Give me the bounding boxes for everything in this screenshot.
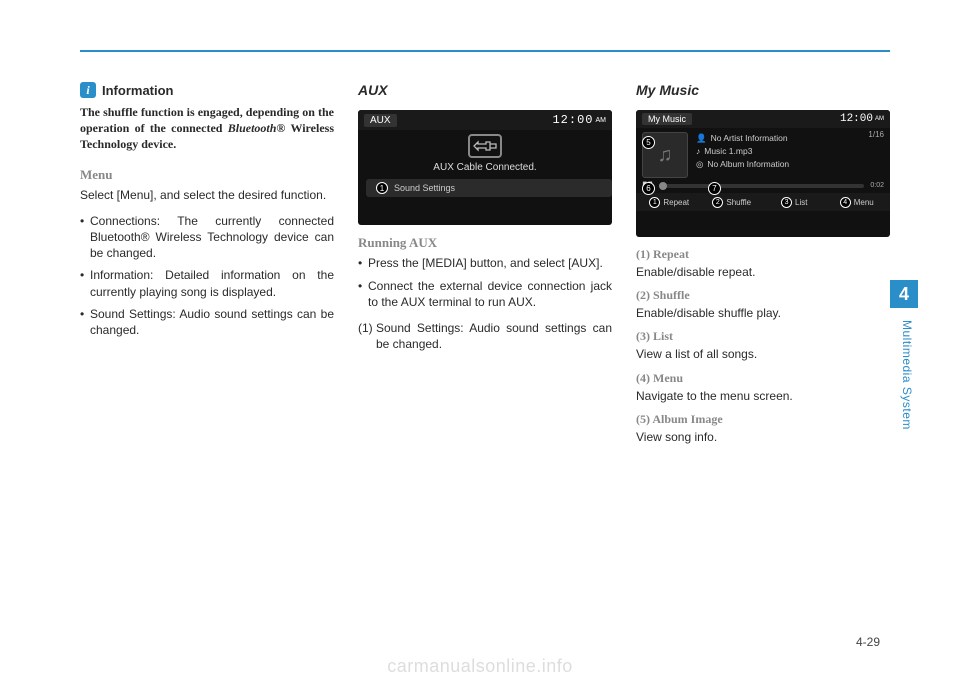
mm-ampm: AM [875, 116, 884, 122]
mm-foot-menu: 4Menu [828, 197, 887, 208]
mm-topbar: My Music 12:00 AM [636, 110, 890, 128]
aux-scr-title: AUX [364, 114, 397, 127]
mm-clock: 12:00 [840, 113, 873, 125]
callout-3-icon: 3 [781, 197, 792, 208]
aux-sound-settings-btn: 1 Sound Settings [366, 179, 612, 197]
list-item: Connect the external device con­nection … [358, 278, 612, 310]
def-head-4: (4) Menu [636, 371, 890, 386]
page-number: 4-29 [856, 635, 880, 649]
disc-icon: ◎ [696, 158, 703, 171]
information-label: Information [102, 83, 174, 98]
callout-4-icon: 4 [840, 197, 851, 208]
mymusic-heading: My Music [636, 82, 890, 98]
aux-numbered-1: Sound Settings: Audio sound set­tings ca… [358, 320, 612, 352]
menu-subhead: Menu [80, 167, 334, 183]
def-head-2: (2) Shuffle [636, 288, 890, 303]
def-text-5: View song info. [636, 429, 890, 445]
content-columns: i Information The shuffle function is en… [80, 82, 890, 449]
def-head-1: (1) Repeat [636, 247, 890, 262]
def-text-3: View a list of all songs. [636, 346, 890, 362]
person-icon: 👤 [696, 132, 707, 145]
mm-f2: Shuffle [726, 198, 751, 207]
mm-f1: Repeat [663, 198, 689, 207]
chapter-number: 4 [899, 284, 909, 305]
aux-scr-msg: AUX Cable Connected. [433, 162, 536, 173]
mm-artist-row: 👤 No Artist Information [696, 132, 884, 145]
mymusic-screenshot: My Music 12:00 AM 1/16 ♫ 👤No Artist Info… [636, 110, 890, 237]
aux-screenshot: AUX 12:00 AM AUX Cable Connected. 1 Soun… [358, 110, 612, 225]
def-head-3: (3) List [636, 329, 890, 344]
callout-5-icon: 5 [642, 136, 655, 149]
aux-steps: Press the [MEDIA] button, and select [AU… [358, 255, 612, 310]
mm-foot-repeat: 1Repeat [640, 197, 699, 208]
mm-progress: ▮▮ 0:02 [636, 180, 890, 193]
running-aux-subhead: Running AUX [358, 235, 612, 251]
mm-line2: Music 1.mp3 [704, 145, 752, 158]
mm-f4: Menu [854, 198, 874, 207]
column-3: My Music My Music 12:00 AM 1/16 ♫ 👤No Ar… [636, 82, 890, 449]
aux-ss-label: Sound Settings [394, 183, 455, 193]
list-item: Press the [MEDIA] button, and select [AU… [358, 255, 612, 271]
def-text-2: Enable/disable shuffle play. [636, 305, 890, 321]
info-icon: i [80, 82, 96, 98]
menu-list: Connections: The currently connected Blu… [80, 213, 334, 338]
aux-scr-clock: 12:00 [552, 113, 593, 127]
callout-6-icon: 6 [642, 182, 655, 195]
menu-intro: Select [Menu], and select the desired fu… [80, 187, 334, 203]
mm-progress-bar [659, 184, 864, 188]
mm-f3: List [795, 198, 807, 207]
mm-line1: No Artist Information [711, 132, 788, 145]
chapter-tab: 4 [890, 280, 918, 308]
column-2: AUX AUX 12:00 AM AUX Cable Connected. 1 … [358, 82, 612, 449]
list-item: Sound Settings: Audio sound set­tings ca… [80, 306, 334, 338]
music-note-icon: ♪ [696, 145, 700, 158]
def-text-4: Navigate to the menu screen. [636, 388, 890, 404]
callout-1-icon: 1 [376, 182, 388, 194]
def-text-1: Enable/disable repeat. [636, 264, 890, 280]
mm-footer: 1Repeat 2Shuffle 3List 4Menu [636, 193, 890, 211]
information-text: The shuffle function is engaged, depend­… [80, 104, 334, 153]
chapter-label: Multimedia System [900, 320, 914, 430]
column-1: i Information The shuffle function is en… [80, 82, 334, 449]
mm-song-row: ♪ Music 1.mp3 [696, 145, 884, 158]
mm-foot-list: 3List [765, 197, 824, 208]
top-rule [80, 50, 890, 52]
list-item: Information: Detailed information on the… [80, 267, 334, 299]
aux-scr-topbar: AUX 12:00 AM [358, 110, 612, 130]
information-heading: i Information [80, 82, 334, 98]
list-item: Connections: The currently connected Blu… [80, 213, 334, 262]
def-head-5: (5) Album Image [636, 412, 890, 427]
manual-page: i Information The shuffle function is en… [0, 0, 960, 689]
callout-7-icon: 7 [708, 182, 721, 195]
aux-jack-icon [468, 134, 502, 158]
mm-mid: ♫ 👤 No Artist Information ♪ Music 1.mp3 ◎ N… [636, 128, 890, 180]
callout-1-icon: 1 [649, 197, 660, 208]
mm-line3: No Album Information [707, 158, 789, 171]
mm-foot-shuffle: 2Shuffle [703, 197, 762, 208]
aux-heading: AUX [358, 82, 612, 98]
mm-title: My Music [642, 113, 692, 125]
callout-2-icon: 2 [712, 197, 723, 208]
folder-music-icon: ♫ [658, 144, 673, 167]
watermark: carmanualsonline.info [387, 656, 573, 677]
mm-info: 👤 No Artist Information ♪ Music 1.mp3 ◎ No … [696, 132, 884, 178]
info-text-b: Bluetooth [228, 121, 277, 135]
mm-album-row: ◎ No Album Information [696, 158, 884, 171]
aux-scr-ampm: AM [596, 117, 607, 124]
mm-time: 0:02 [870, 182, 884, 189]
aux-scr-body: AUX Cable Connected. [358, 130, 612, 179]
